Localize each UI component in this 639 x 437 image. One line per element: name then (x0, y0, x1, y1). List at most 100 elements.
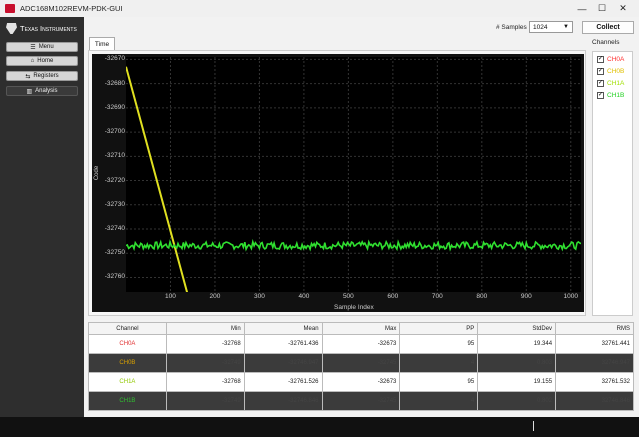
samples-select[interactable]: 1024 ▼ (529, 21, 573, 33)
stats-cell-stddev: 19.155 (477, 372, 557, 392)
stats-header-row: Channel Min Mean Max PP StdDev RMS (88, 322, 634, 335)
sidebar-item-label: Menu (38, 44, 54, 50)
sidebar-item-label: Analysis (35, 88, 58, 94)
stats-cell-stddev: 0.803 (477, 353, 557, 373)
stats-cell-channel: CH0B (88, 353, 167, 373)
channel-label: CH0A (607, 56, 625, 63)
ti-logo: Texas Instruments (6, 23, 77, 34)
x-tick-label: 200 (209, 293, 221, 300)
column-header: Max (321, 322, 401, 335)
window-title: ADC168M102REVM-PDK-GUI (20, 4, 123, 13)
stats-cell-rms: 32746.846 (555, 391, 634, 411)
stats-cell-pp: 95 (399, 372, 479, 392)
column-header: Channel (88, 322, 167, 335)
channel-ch0a[interactable]: ✓ CH0A (597, 56, 624, 63)
x-tick-label: 800 (476, 293, 488, 300)
status-bar (0, 417, 639, 437)
sidebar-item-home[interactable]: ⌂ Home (6, 56, 78, 66)
channels-box (592, 51, 633, 316)
stats-cell-max: -32745 (321, 353, 401, 373)
x-axis-label: Sample Index (334, 304, 374, 311)
stats-cell-rms: 32746.947 (555, 353, 634, 373)
stats-cell-channel: CH1A (88, 372, 167, 392)
stats-cell-max: -32673 (321, 334, 401, 354)
y-tick-label: -32730 (104, 200, 125, 208)
stats-cell-min: -32749 (165, 391, 245, 411)
checkbox-ch0b[interactable]: ✓ (597, 68, 604, 75)
stats-row-ch1b: CH1B -32749 -32746.846 -32745 4 0.802 32746.84… (88, 391, 634, 411)
maximize-button[interactable]: ☐ (595, 2, 609, 15)
logo-text: Texas Instruments (20, 24, 77, 33)
samples-label: # Samples (496, 24, 527, 31)
sidebar-item-menu[interactable]: ☰ Menu (6, 42, 78, 52)
stats-cell-stddev: 0.802 (477, 391, 557, 411)
minimize-button[interactable]: — (575, 2, 589, 15)
column-header: Mean (243, 322, 323, 335)
sidebar-item-label: Home (37, 58, 54, 64)
column-header: RMS (555, 322, 634, 335)
stats-cell-channel: CH0A (88, 334, 167, 354)
collect-button[interactable]: Collect (582, 21, 634, 34)
samples-value: 1024 (533, 24, 548, 31)
stats-cell-min: -32749 (165, 353, 245, 373)
stats-cell-pp: 4 (399, 353, 479, 373)
stats-cell-mean: -32761.436 (243, 334, 323, 354)
sidebar-item-registers[interactable]: ⇆ Registers (6, 71, 78, 81)
stats-cell-rms: 32761.441 (555, 334, 634, 354)
stats-cell-pp: 95 (399, 334, 479, 354)
home-icon: ⌂ (30, 58, 35, 64)
channel-label: CH1B (607, 92, 625, 99)
hamburger-icon: ☰ (30, 44, 36, 51)
app-icon (5, 4, 15, 13)
x-tick-label: 700 (431, 293, 443, 300)
x-tick-label: 1000 (563, 293, 578, 300)
tab-time[interactable]: Time (89, 37, 115, 50)
status-cursor (533, 421, 534, 431)
stats-cell-mean: -32761.526 (243, 372, 323, 392)
channel-ch0b[interactable]: ✓ CH0B (597, 68, 624, 75)
y-tick-label: -32710 (104, 152, 125, 160)
y-tick-label: -32690 (104, 103, 125, 111)
y-tick-label: -32760 (104, 273, 125, 281)
channels-title: Channels (592, 39, 620, 46)
x-tick-label: 400 (298, 293, 310, 300)
column-header: StdDev (477, 322, 557, 335)
y-tick-label: -32670 (104, 55, 125, 63)
stats-cell-rms: 32761.532 (555, 372, 634, 392)
x-tick-label: 500 (342, 293, 354, 300)
sidebar-item-analysis[interactable]: ▥ Analysis (6, 86, 78, 96)
stats-cell-channel: CH1B (88, 391, 167, 411)
ti-logo-icon (6, 23, 17, 34)
channel-ch1b[interactable]: ✓ CH1B (597, 92, 624, 99)
stats-cell-pp: 4 (399, 391, 479, 411)
plot-background (126, 57, 581, 292)
y-tick-label: -32750 (104, 249, 125, 257)
stats-cell-max: -32745 (321, 391, 401, 411)
checkbox-ch1a[interactable]: ✓ (597, 80, 604, 87)
stats-row-ch0a: CH0A -32768 -32761.436 -32673 95 19.344 32761.… (88, 334, 634, 354)
close-button[interactable]: ✕ (616, 2, 630, 15)
stats-table: Channel Min Mean Max PP StdDev RMS CH0A -… (88, 322, 634, 411)
stats-cell-max: -32673 (321, 372, 401, 392)
y-tick-label: -32720 (104, 176, 125, 184)
chevron-down-icon: ▼ (563, 24, 569, 30)
stats-cell-mean: -32746.947 (243, 353, 323, 373)
checkbox-ch1b[interactable]: ✓ (597, 92, 604, 99)
channel-label: CH1A (607, 80, 625, 87)
x-tick-label: 900 (520, 293, 532, 300)
stats-cell-stddev: 19.344 (477, 334, 557, 354)
y-tick-label: -32740 (104, 225, 125, 232)
stats-cell-mean: -32746.846 (243, 391, 323, 411)
y-tick-label: -32700 (104, 128, 125, 136)
stats-row-ch0b: CH0B -32749 -32746.947 -32745 4 0.803 32746.94… (88, 353, 634, 373)
stats-row-ch1a: CH1A -32768 -32761.526 -32673 95 19.155 32761.… (88, 372, 634, 392)
time-plot (126, 57, 581, 292)
y-tick-label: -32680 (104, 79, 125, 87)
stats-cell-min: -32768 (165, 334, 245, 354)
stats-cell-min: -32768 (165, 372, 245, 392)
sidebar-item-label: Registers (33, 73, 59, 79)
checkbox-ch0a[interactable]: ✓ (597, 56, 604, 63)
channel-ch1a[interactable]: ✓ CH1A (597, 80, 624, 87)
x-tick-label: 300 (253, 293, 265, 300)
channel-label: CH0B (607, 68, 625, 75)
